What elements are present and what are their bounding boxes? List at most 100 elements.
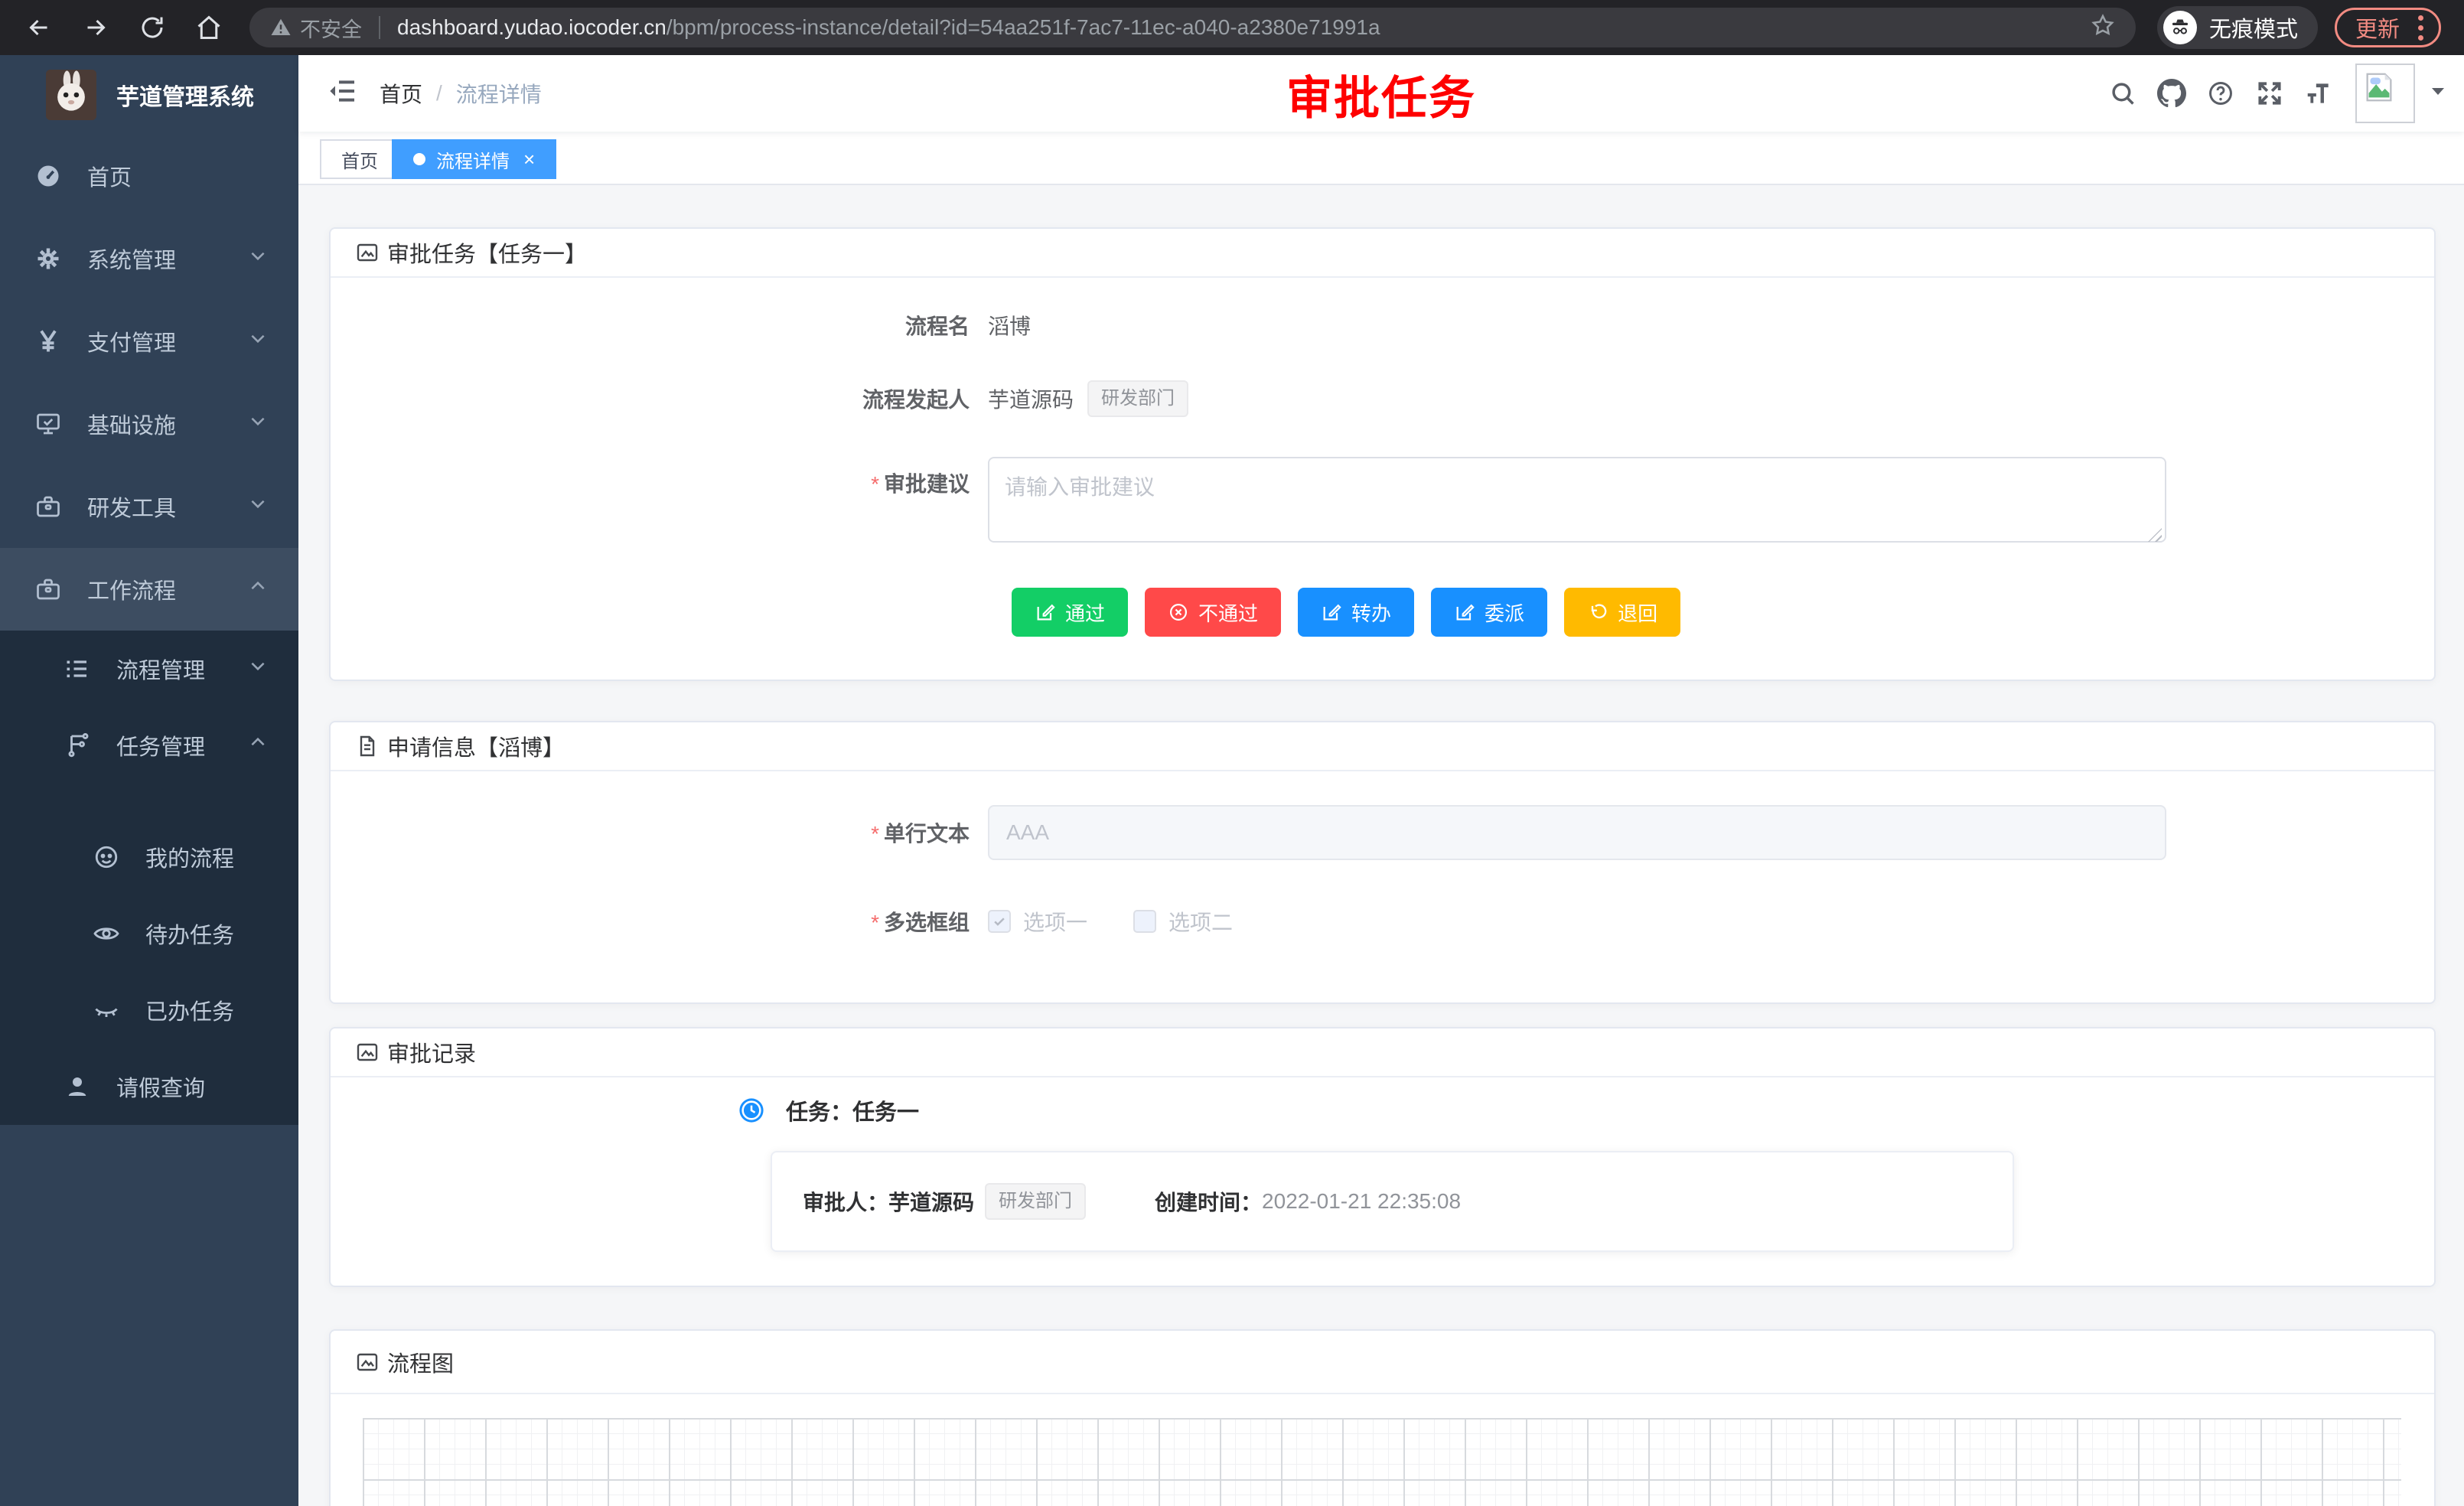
checkbox-label: 选项二 [1168,906,1233,937]
broken-image-icon [2361,70,2397,105]
process-name-value: 滔博 [988,310,1031,341]
comment-textarea-wrap [988,457,2166,548]
sidebar-item-label: 待办任务 [145,918,234,950]
card-title: 审批任务【任务一】 [387,236,587,269]
reload-icon[interactable] [135,10,170,45]
app: 芋道管理系统 首页 系统管理 支付管理 [0,55,2464,1506]
sidebar-item-payment[interactable]: 支付管理 [0,300,298,383]
record-detail-box: 审批人： 芋道源码 研发部门 创建时间： 2022-01-21 22:35:08 [771,1151,2014,1252]
required-mark: * [871,822,879,846]
breadcrumb-separator: / [436,81,442,106]
breadcrumb-current: 流程详情 [456,78,542,109]
font-size-icon[interactable] [2294,55,2343,132]
incognito-badge: 无痕模式 [2157,6,2318,49]
incognito-icon [2163,11,2197,44]
initiator-name: 芋道源码 [988,383,1074,414]
sidebar-item-label: 已办任务 [145,994,234,1026]
form-row-comment: *审批建议 [331,457,2434,548]
sidebar-item-leave-query[interactable]: 请假查询 [0,1048,298,1125]
breadcrumb-home[interactable]: 首页 [380,78,422,109]
sidebar-collapse-icon[interactable] [328,76,358,112]
tree-icon [61,732,93,759]
caret-down-icon[interactable] [2429,81,2447,106]
sidebar-item-label: 基础设施 [87,408,176,440]
fullscreen-icon[interactable] [2245,55,2294,132]
required-mark: * [871,911,879,934]
approve-button[interactable]: 通过 [1012,588,1128,637]
return-button[interactable]: 退回 [1564,588,1680,637]
url-bar[interactable]: 不安全 dashboard.yudao.iocoder.cn/bpm/proce… [249,8,2136,47]
logo-image [46,70,96,120]
tab-label: 首页 [341,146,378,173]
bpmn-grid-canvas[interactable] [363,1418,2401,1506]
created-label: 创建时间： [1155,1186,1262,1217]
security-warning[interactable]: 不安全 [269,13,362,43]
chevron-down-icon [248,246,268,272]
bookmark-star-icon[interactable] [2090,12,2116,44]
monitor-icon [32,410,64,438]
tab-close-icon[interactable]: × [523,148,535,171]
browser-menu-icon[interactable] [2415,12,2427,44]
delegate-button[interactable]: 委派 [1431,588,1547,637]
sidebar-item-label: 请假查询 [116,1071,205,1103]
sidebar-item-system[interactable]: 系统管理 [0,217,298,300]
undo-icon [1587,601,1608,623]
checkbox-checked-icon [988,910,1011,933]
card-title: 申请信息【滔博】 [387,730,565,762]
url-text[interactable]: dashboard.yudao.iocoder.cn/bpm/process-i… [397,15,2090,40]
field-label: 流程发起人 [331,383,970,414]
chevron-down-icon [248,411,268,437]
chevron-up-icon [248,732,268,758]
sidebar: 芋道管理系统 首页 系统管理 支付管理 [0,55,298,1506]
circle-close-icon [1168,601,1189,623]
transfer-button[interactable]: 转办 [1298,588,1414,637]
sidebar-item-infra[interactable]: 基础设施 [0,383,298,465]
url-domain: dashboard.yudao.iocoder.cn [397,15,667,39]
comment-textarea[interactable] [988,457,2166,543]
approval-form: 流程名 滔博 流程发起人 芋道源码 研发部门 *审批建议 [331,278,2434,680]
dept-tag: 研发部门 [985,1183,1086,1220]
toolbox-icon [32,575,64,603]
github-icon[interactable] [2147,55,2196,132]
avatar[interactable] [2355,64,2415,123]
approval-record-card: 审批记录 任务：任务一 审批人： 芋道源码 研发部门 创建时间： 2022-01… [329,1027,2436,1287]
field-label: 流程名 [331,310,970,341]
forward-icon[interactable] [78,10,113,45]
sidebar-item-label: 流程管理 [116,653,205,685]
update-button[interactable]: 更新 [2335,8,2441,47]
picture-icon [355,1040,380,1064]
sidebar-item-devtools[interactable]: 研发工具 [0,465,298,548]
checkbox-group: 选项一 选项二 [988,906,1279,937]
sidebar-item-process-mgmt[interactable]: 流程管理 [0,631,298,707]
tab-process-detail[interactable]: 流程详情 × [392,139,556,179]
edit-icon [1454,601,1475,623]
reject-button[interactable]: 不通过 [1145,588,1281,637]
sidebar-item-my-process[interactable]: 我的流程 [0,819,298,895]
submenu-gap [0,784,298,819]
checkbox-unchecked-icon [1133,910,1156,933]
toolbox-icon [32,493,64,520]
sidebar-item-task-mgmt[interactable]: 任务管理 [0,707,298,784]
page: 不安全 dashboard.yudao.iocoder.cn/bpm/proce… [0,0,2464,1506]
approver-name: 芋道源码 [888,1186,974,1217]
sidebar-item-workflow[interactable]: 工作流程 [0,548,298,631]
sidebar-item-todo-tasks[interactable]: 待办任务 [0,895,298,972]
card-title: 流程图 [387,1346,454,1378]
logo-row[interactable]: 芋道管理系统 [0,55,298,135]
chevron-up-icon [248,576,268,602]
search-icon[interactable] [2098,55,2147,132]
card-header: 流程图 [331,1331,2434,1394]
checkbox-option-1: 选项一 [988,906,1087,937]
field-label: *多选框组 [331,906,970,937]
home-icon[interactable] [191,10,227,45]
tab-home[interactable]: 首页 [320,139,399,179]
sidebar-item-home[interactable]: 首页 [0,135,298,217]
list-icon [61,655,93,683]
clock-icon [738,1097,764,1123]
help-icon[interactable] [2196,55,2245,132]
tabbar: 首页 流程详情 × [298,132,2464,185]
form-row-checkbox: *多选框组 选项一 选项二 [331,906,2434,1002]
sidebar-item-done-tasks[interactable]: 已办任务 [0,972,298,1048]
apply-info-card: 申请信息【滔博】 *单行文本 *多选框组 [329,721,2436,1004]
back-icon[interactable] [21,10,57,45]
